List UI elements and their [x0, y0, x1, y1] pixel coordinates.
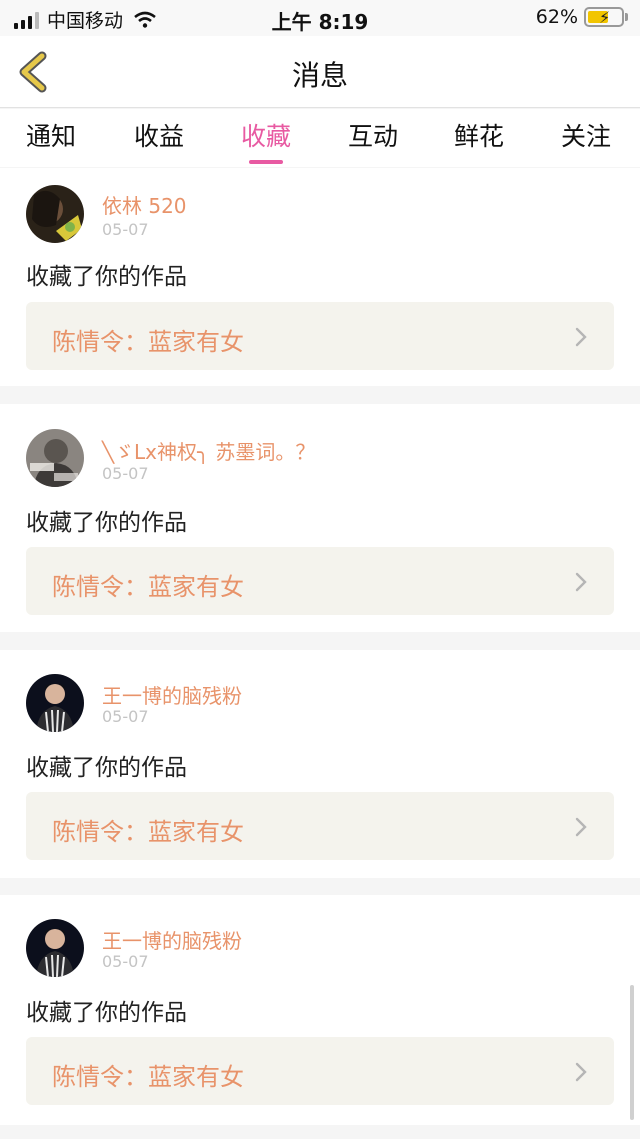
chevron-right-icon [575, 572, 587, 592]
work-title: 陈情令：蓝家有女 [52, 573, 244, 601]
username[interactable]: 依林 520 [102, 190, 187, 219]
tab-bar: 通知 收益 收藏 互动 鲜花 关注 [0, 109, 640, 167]
avatar[interactable] [26, 429, 84, 487]
tab-label: 鲜花 [453, 122, 504, 151]
message-card: 王一博的脑残粉 05-07 收藏了你的作品 陈情令：蓝家有女 [0, 650, 640, 878]
chevron-right-icon [575, 327, 587, 347]
work-title: 陈情令：蓝家有女 [52, 818, 244, 846]
tab-label: 收益 [133, 122, 184, 151]
action-text: 收藏了你的作品 [26, 264, 187, 290]
battery-percent: 62% [535, 6, 578, 28]
page-title: 消息 [291, 59, 348, 92]
username[interactable]: 王一博的脑残粉 [102, 925, 242, 954]
navigation-bar: 消息 [0, 36, 640, 108]
tab-notifications[interactable]: 通知 [6, 117, 96, 153]
work-title: 陈情令：蓝家有女 [52, 1063, 244, 1091]
message-card: 依林 520 05-07 收藏了你的作品 陈情令：蓝家有女 [0, 168, 640, 386]
message-date: 05-07 [102, 707, 149, 726]
message-date: 05-07 [102, 952, 149, 971]
battery-cap [625, 13, 628, 21]
work-link[interactable]: 陈情令：蓝家有女 [26, 792, 614, 860]
tab-favorites[interactable]: 收藏 [221, 117, 311, 164]
avatar[interactable] [26, 674, 84, 732]
charging-bolt-icon: ⚡ [599, 8, 611, 27]
tab-following[interactable]: 关注 [541, 117, 631, 153]
tab-interactions[interactable]: 互动 [328, 117, 418, 153]
action-text: 收藏了你的作品 [26, 1000, 187, 1026]
avatar[interactable] [26, 185, 84, 243]
work-link[interactable]: 陈情令：蓝家有女 [26, 547, 614, 615]
message-card: 王一博的脑残粉 05-07 收藏了你的作品 陈情令：蓝家有女 [0, 895, 640, 1125]
tab-label: 通知 [25, 122, 76, 151]
active-tab-indicator [249, 160, 283, 164]
message-card: ╲ゞLx神权╮ 苏墨词。？ 05-07 收藏了你的作品 陈情令：蓝家有女 [0, 404, 640, 632]
message-date: 05-07 [102, 464, 149, 483]
work-title: 陈情令：蓝家有女 [52, 328, 244, 356]
tab-flowers[interactable]: 鲜花 [434, 117, 524, 153]
scrollbar[interactable] [630, 985, 634, 1120]
tab-label: 收藏 [240, 122, 291, 151]
battery-icon: ⚡ [584, 7, 624, 27]
chevron-right-icon [575, 817, 587, 837]
tab-label: 互动 [347, 122, 398, 151]
tab-label: 关注 [560, 122, 611, 151]
chevron-right-icon [575, 1062, 587, 1082]
action-text: 收藏了你的作品 [26, 510, 187, 536]
avatar[interactable] [26, 919, 84, 977]
action-text: 收藏了你的作品 [26, 755, 187, 781]
work-link[interactable]: 陈情令：蓝家有女 [26, 302, 614, 370]
message-date: 05-07 [102, 220, 149, 239]
tab-earnings[interactable]: 收益 [114, 117, 204, 153]
username[interactable]: ╲ゞLx神权╮ 苏墨词。？ [102, 436, 315, 465]
username[interactable]: 王一博的脑残粉 [102, 680, 242, 709]
status-bar: 中国移动 上午 8:19 62% ⚡ [0, 0, 640, 36]
work-link[interactable]: 陈情令：蓝家有女 [26, 1037, 614, 1105]
